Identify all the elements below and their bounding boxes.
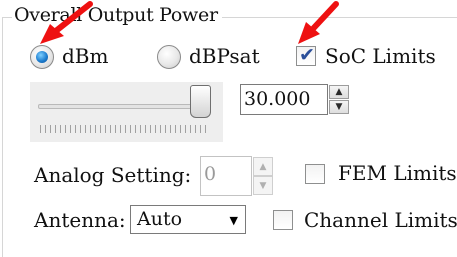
antenna-label: Antenna: xyxy=(34,208,126,232)
analog-spinner: ▲ ▼ xyxy=(253,157,273,197)
antenna-select[interactable]: Auto ▼ xyxy=(130,205,246,234)
power-slider[interactable] xyxy=(30,82,223,142)
fem-limits-label: FEM Limits xyxy=(338,161,457,185)
dbpsat-radio[interactable] xyxy=(157,45,181,69)
red-arrow-soc-icon xyxy=(298,1,339,44)
soc-limits-label: SoC Limits xyxy=(325,44,436,68)
soc-limits-checkbox[interactable]: ✔ xyxy=(296,44,316,66)
dropdown-arrow-icon[interactable]: ▼ xyxy=(230,214,238,227)
dbm-label: dBm xyxy=(62,44,109,68)
spin-down-icon: ▼ xyxy=(335,102,343,112)
channel-limits-checkbox[interactable] xyxy=(273,210,293,230)
dbpsat-label: dBPsat xyxy=(189,44,260,68)
check-icon: ✔ xyxy=(299,44,315,66)
red-arrow-dbm-icon xyxy=(40,1,93,44)
analog-value-input[interactable]: 0 xyxy=(200,156,252,196)
power-value-input[interactable]: 30.000 xyxy=(240,84,328,115)
spin-up-icon: ▲ xyxy=(335,87,343,97)
fem-limits-checkbox[interactable] xyxy=(305,164,325,184)
dbm-radio[interactable] xyxy=(30,45,54,69)
slider-thumb[interactable] xyxy=(190,85,211,118)
channel-limits-label: Channel Limits xyxy=(304,208,457,232)
spin-down-button[interactable]: ▼ xyxy=(329,100,349,114)
slider-track xyxy=(38,104,210,109)
analog-spin-down-button[interactable]: ▼ xyxy=(253,176,273,195)
spin-up-button[interactable]: ▲ xyxy=(329,85,349,99)
antenna-selected-value: Auto xyxy=(137,208,183,230)
spin-down-icon: ▼ xyxy=(259,180,267,191)
power-spinner: ▲ ▼ xyxy=(329,84,349,115)
slider-ticks xyxy=(40,125,208,133)
analog-spin-up-button[interactable]: ▲ xyxy=(253,157,273,176)
spin-up-icon: ▲ xyxy=(259,161,267,172)
analog-setting-label: Analog Setting: xyxy=(34,163,192,187)
